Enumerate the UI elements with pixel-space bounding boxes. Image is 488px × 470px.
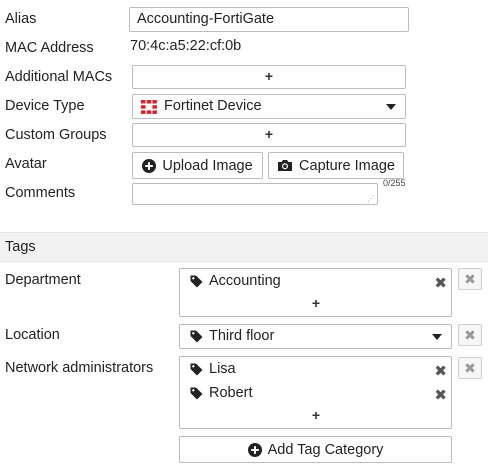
additional-macs-label: Additional MACs: [5, 69, 113, 85]
network-administrators-tag-field[interactable]: Lisa ✖ Robert ✖ +: [179, 356, 452, 429]
remove-category-button[interactable]: ✖: [458, 268, 482, 290]
upload-image-label: Upload Image: [162, 157, 253, 174]
remove-tag-icon[interactable]: ✖: [434, 386, 447, 404]
tag-item: Third floor: [190, 328, 274, 344]
tag-icon: [190, 387, 203, 400]
comments-label: Comments: [5, 185, 76, 201]
add-icon[interactable]: +: [308, 407, 324, 423]
tags-section-header: Tags: [0, 232, 488, 263]
mac-address-label: MAC Address: [5, 40, 94, 56]
remove-tag-icon[interactable]: ✖: [434, 274, 447, 292]
add-icon: +: [264, 126, 274, 142]
custom-groups-add-button[interactable]: +: [132, 123, 406, 147]
add-tag-category-button[interactable]: Add Tag Category: [179, 436, 452, 463]
remove-tag-icon[interactable]: ✖: [434, 362, 447, 380]
resize-handle-icon[interactable]: ⋰: [367, 195, 375, 203]
mac-address-value: 70:4c:a5:22:cf:0b: [130, 38, 242, 54]
tag-icon: [190, 363, 203, 376]
remove-category-button[interactable]: ✖: [458, 324, 482, 346]
tag-label: Third floor: [209, 328, 275, 344]
device-type-label: Device Type: [5, 98, 85, 114]
department-label: Department: [5, 272, 81, 288]
remove-category-button[interactable]: ✖: [458, 357, 482, 379]
location-tag-select[interactable]: Third floor: [179, 324, 452, 349]
tags-section-title: Tags: [5, 239, 36, 255]
add-icon: +: [264, 68, 274, 84]
camera-icon: [277, 159, 293, 172]
add-icon[interactable]: +: [308, 295, 324, 311]
comments-counter: 0/255: [383, 178, 406, 188]
fortinet-logo-icon: [141, 100, 157, 114]
tag-item: Lisa ✖: [190, 361, 447, 380]
device-type-value: Fortinet Device: [164, 98, 262, 114]
additional-macs-add-button[interactable]: +: [132, 65, 406, 89]
tag-icon: [190, 275, 203, 288]
tag-icon: [190, 330, 203, 343]
tag-label: Robert: [209, 385, 253, 401]
capture-image-button[interactable]: Capture Image: [268, 152, 404, 179]
alias-input[interactable]: Accounting-FortiGate: [129, 7, 409, 32]
tag-item: Robert ✖: [190, 385, 447, 404]
avatar-label: Avatar: [5, 156, 47, 172]
upload-image-button[interactable]: Upload Image: [132, 152, 263, 179]
alias-value: Accounting-FortiGate: [137, 11, 275, 27]
plus-circle-icon: [142, 158, 157, 173]
tag-label: Lisa: [209, 361, 236, 377]
location-label: Location: [5, 327, 60, 343]
alias-label: Alias: [5, 11, 37, 27]
chevron-down-icon: [386, 104, 396, 110]
device-type-select[interactable]: Fortinet Device: [132, 94, 406, 119]
network-administrators-label: Network administrators: [5, 360, 154, 376]
tag-item: Accounting ✖: [190, 273, 447, 292]
custom-groups-label: Custom Groups: [5, 127, 107, 143]
tag-label: Accounting: [209, 273, 281, 289]
add-tag-category-label: Add Tag Category: [267, 441, 384, 458]
department-tag-field[interactable]: Accounting ✖ +: [179, 268, 452, 317]
comments-textarea[interactable]: ⋰: [132, 183, 378, 205]
plus-circle-icon: [247, 442, 262, 457]
capture-image-label: Capture Image: [299, 157, 395, 174]
chevron-down-icon: [432, 334, 442, 340]
